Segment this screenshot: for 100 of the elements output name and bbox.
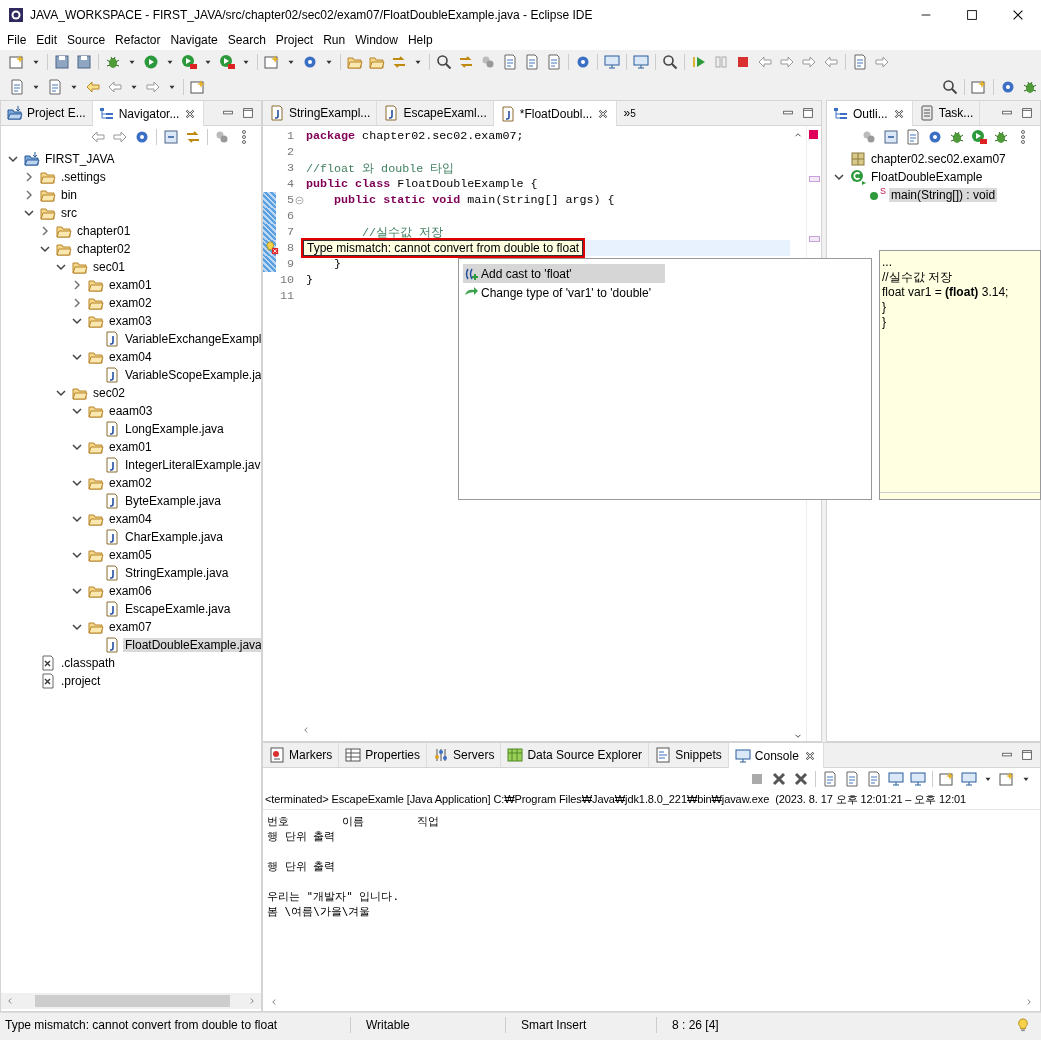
tree-item[interactable]: exam05 bbox=[107, 548, 154, 562]
bug-icon[interactable] bbox=[993, 129, 1009, 145]
quick-fix-item[interactable]: Add cast to 'float' bbox=[463, 264, 665, 283]
forward-icon[interactable] bbox=[801, 54, 817, 70]
tree-item[interactable]: IntegerLiteralExample.jav bbox=[123, 458, 261, 472]
tab[interactable]: EscapeExaml... bbox=[377, 101, 494, 125]
tree-item[interactable]: sec02 bbox=[91, 386, 128, 400]
run-icon[interactable] bbox=[971, 129, 987, 145]
tree-item[interactable]: exam03 bbox=[107, 314, 154, 328]
document-icon[interactable] bbox=[546, 54, 562, 70]
tab[interactable]: Snippets bbox=[649, 743, 729, 767]
document-icon[interactable] bbox=[47, 79, 63, 95]
new-file-icon[interactable] bbox=[999, 771, 1015, 787]
menu-item[interactable]: Window bbox=[350, 33, 403, 47]
tab[interactable]: Outli... bbox=[827, 101, 913, 126]
new-file-icon[interactable] bbox=[971, 79, 987, 95]
document-icon[interactable] bbox=[524, 54, 540, 70]
tab[interactable]: Servers bbox=[427, 743, 502, 767]
tree-item[interactable]: EscapeExamle.java bbox=[123, 602, 233, 616]
back-icon[interactable] bbox=[90, 129, 106, 145]
tree-item[interactable]: chapter02.sec02.exam07 bbox=[869, 152, 1008, 166]
forward-icon[interactable] bbox=[779, 54, 795, 70]
tab[interactable]: Properties bbox=[339, 743, 428, 767]
tree-item[interactable]: FloatDoubleExample bbox=[869, 170, 985, 184]
back-icon[interactable] bbox=[757, 54, 773, 70]
tree-item[interactable]: exam01 bbox=[107, 440, 154, 454]
monitor-icon[interactable] bbox=[910, 771, 926, 787]
menu-item[interactable]: File bbox=[2, 33, 32, 47]
run-icon[interactable] bbox=[181, 54, 197, 70]
save-icon[interactable] bbox=[54, 54, 70, 70]
new-file-icon[interactable] bbox=[9, 54, 25, 70]
monitor-icon[interactable] bbox=[633, 54, 649, 70]
document-icon[interactable] bbox=[502, 54, 518, 70]
annotation-marker[interactable] bbox=[809, 236, 820, 242]
tab[interactable]: Project E... bbox=[1, 101, 93, 125]
tab[interactable]: Data Source Explorer bbox=[501, 743, 650, 767]
search-icon[interactable] bbox=[436, 54, 452, 70]
tree-item[interactable]: LongExample.java bbox=[123, 422, 226, 436]
menu-item[interactable]: Help bbox=[402, 33, 438, 47]
run-icon[interactable] bbox=[219, 54, 235, 70]
stop-icon[interactable] bbox=[735, 54, 751, 70]
tree-item[interactable]: exam06 bbox=[107, 584, 154, 598]
menu-item[interactable]: Refactor bbox=[110, 33, 166, 47]
tab[interactable]: Console bbox=[728, 743, 824, 768]
tree-item[interactable]: chapter01 bbox=[75, 224, 133, 238]
tab[interactable]: *FloatDoubl... bbox=[493, 101, 618, 126]
tree-item[interactable]: ByteExample.java bbox=[123, 494, 224, 508]
back-icon[interactable] bbox=[107, 79, 123, 95]
tab[interactable]: Task... bbox=[912, 101, 981, 125]
stop-icon[interactable] bbox=[749, 771, 765, 787]
tab[interactable]: StringExampl... bbox=[263, 101, 378, 125]
tree-item[interactable]: bin bbox=[59, 188, 79, 202]
tree-item[interactable]: .project bbox=[59, 674, 103, 688]
menu-item[interactable]: Search bbox=[222, 33, 271, 47]
bulb-icon[interactable] bbox=[1016, 1018, 1030, 1032]
monitor-icon[interactable] bbox=[888, 771, 904, 787]
bug-icon[interactable] bbox=[1022, 79, 1038, 95]
tree-item[interactable]: FIRST_JAVA bbox=[43, 152, 117, 166]
tree-item[interactable]: exam04 bbox=[107, 350, 154, 364]
tree-item[interactable]: StringExample.java bbox=[123, 566, 231, 580]
maximize-icon[interactable] bbox=[965, 8, 979, 22]
menu-item[interactable]: Edit bbox=[31, 33, 63, 47]
arrows-icon[interactable] bbox=[185, 129, 201, 145]
tree-item[interactable]: sec01 bbox=[91, 260, 128, 274]
resume-icon[interactable] bbox=[691, 54, 707, 70]
close-icon[interactable] bbox=[1011, 8, 1025, 22]
tree-item[interactable]: CharExample.java bbox=[123, 530, 226, 544]
remove-icon[interactable] bbox=[771, 771, 787, 787]
scrollbar[interactable] bbox=[1, 993, 261, 1009]
forward-icon[interactable] bbox=[112, 129, 128, 145]
bug-icon[interactable] bbox=[949, 129, 965, 145]
tree-item[interactable]: exam02 bbox=[107, 296, 154, 310]
bug-icon[interactable] bbox=[105, 54, 121, 70]
folder-icon[interactable] bbox=[347, 54, 363, 70]
tree-item[interactable]: exam02 bbox=[107, 476, 154, 490]
arrows-icon[interactable] bbox=[458, 54, 474, 70]
forward-icon[interactable] bbox=[874, 54, 890, 70]
document-icon[interactable] bbox=[9, 79, 25, 95]
remove-icon[interactable] bbox=[793, 771, 809, 787]
error-marker[interactable] bbox=[809, 130, 818, 139]
back-icon[interactable] bbox=[823, 54, 839, 70]
folder-icon[interactable] bbox=[369, 54, 385, 70]
tree-item[interactable]: chapter02 bbox=[75, 242, 133, 256]
tree-item[interactable]: FloatDoubleExample.java bbox=[123, 638, 261, 652]
collapse-icon[interactable] bbox=[883, 129, 899, 145]
back-icon[interactable] bbox=[85, 79, 101, 95]
document-icon[interactable] bbox=[852, 54, 868, 70]
tree-item[interactable]: VariableScopeExample.ja bbox=[123, 368, 261, 382]
menu-item[interactable]: Project bbox=[270, 33, 319, 47]
run-icon[interactable] bbox=[143, 54, 159, 70]
forward-icon[interactable] bbox=[145, 79, 161, 95]
tree-item[interactable]: eaam03 bbox=[107, 404, 155, 418]
menu-item[interactable]: Navigate bbox=[165, 33, 223, 47]
tree-item[interactable]: .classpath bbox=[59, 656, 118, 670]
arrows-icon[interactable] bbox=[391, 54, 407, 70]
monitor-icon[interactable] bbox=[604, 54, 620, 70]
monitor-icon[interactable] bbox=[961, 771, 977, 787]
tree-item[interactable]: exam07 bbox=[107, 620, 154, 634]
annotation-marker[interactable] bbox=[809, 176, 820, 182]
tab[interactable]: Markers bbox=[263, 743, 340, 767]
